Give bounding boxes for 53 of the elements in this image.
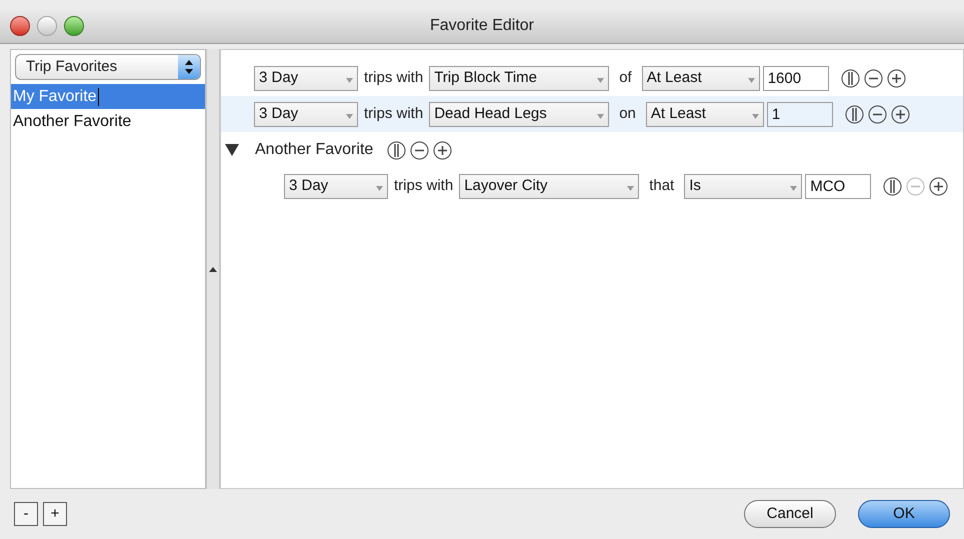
dropdown[interactable]: Trip Block Time	[429, 66, 610, 90]
rule-row[interactable]: 3 Day trips with Dead Head Legs on At Least 1	[221, 96, 963, 132]
dropdown[interactable]: 3 Day	[284, 174, 388, 198]
close-button[interactable]	[10, 16, 30, 36]
split-icon[interactable]	[840, 68, 860, 88]
dropdown-arrow-icon	[346, 114, 353, 118]
preposition-label: of	[618, 68, 633, 88]
dropdown-arrow-icon	[627, 186, 634, 190]
dropdown-arrow-icon	[752, 114, 759, 118]
remove-button[interactable]: -	[14, 502, 38, 526]
dropdown-arrow-icon	[790, 186, 798, 190]
caret-icon	[209, 266, 217, 272]
split-icon[interactable]	[844, 104, 864, 124]
preposition-label: that	[648, 176, 676, 196]
dropdown[interactable]: Layover City	[459, 174, 640, 198]
add-icon[interactable]	[890, 104, 910, 124]
add-button[interactable]: +	[43, 502, 67, 526]
connector-label: trips with	[364, 68, 424, 88]
favorites-dropdown[interactable]: Trip Favorites	[15, 54, 201, 80]
value-field[interactable]: 1	[766, 102, 833, 126]
add-icon[interactable]	[433, 140, 452, 160]
dropdown[interactable]: At Least	[646, 102, 764, 126]
dropdown-arrow-icon	[376, 186, 383, 190]
sidebar-item[interactable]: My Favorite	[11, 84, 205, 109]
dropdown[interactable]: 3 Day	[254, 66, 358, 90]
preposition-label: on	[618, 104, 637, 124]
dropdown[interactable]: 3 Day	[254, 102, 358, 126]
remove-icon[interactable]	[864, 68, 883, 88]
connector-label: trips with	[394, 176, 454, 196]
value-field[interactable]: MCO	[805, 174, 872, 198]
add-icon[interactable]	[886, 68, 906, 88]
disclosure-triangle-icon[interactable]	[225, 144, 239, 156]
stepper-arrows-icon	[185, 60, 193, 74]
ok-button[interactable]: OK	[858, 500, 950, 528]
dropdown-arrow-icon	[597, 114, 604, 118]
dropdown-arrow-icon	[748, 78, 755, 82]
split-icon[interactable]	[387, 140, 406, 160]
zoom-button[interactable]	[64, 16, 84, 36]
dropdown[interactable]: Dead Head Legs	[429, 102, 610, 126]
connector-label: trips with	[364, 104, 424, 124]
cancel-button[interactable]: Cancel	[744, 500, 836, 528]
remove-icon[interactable]	[868, 104, 887, 124]
sidebar-item[interactable]: Another Favorite	[11, 109, 205, 134]
remove-icon[interactable]	[410, 140, 430, 160]
split-icon[interactable]	[883, 176, 902, 196]
value-field[interactable]: 1600	[762, 66, 829, 90]
dropdown[interactable]: At Least	[642, 66, 760, 90]
dropdown-arrow-icon	[346, 78, 353, 82]
group-label: Another Favorite	[255, 140, 374, 160]
dropdown-arrow-icon	[597, 78, 604, 82]
window-title: Favorite Editor	[430, 16, 534, 36]
dropdown[interactable]: Is	[684, 174, 802, 198]
add-icon[interactable]	[929, 176, 948, 196]
